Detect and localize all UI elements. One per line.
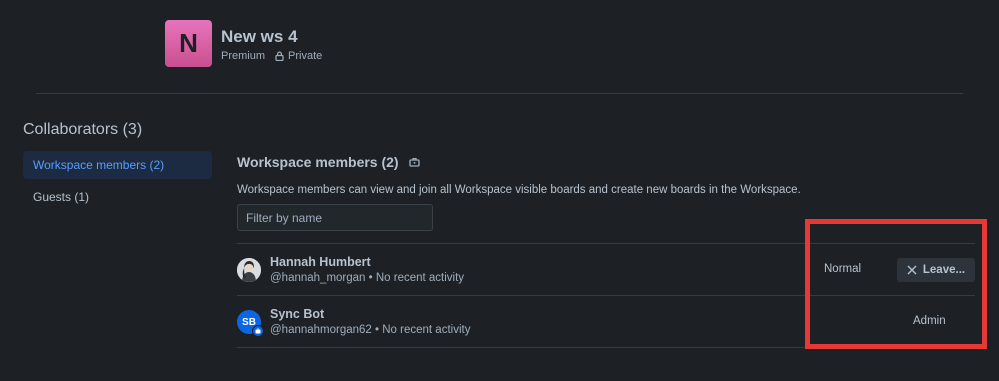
avatar[interactable]: SB bbox=[237, 310, 264, 337]
lock-icon bbox=[275, 51, 284, 61]
member-handle-activity: @hannahmorgan62 • No recent activity bbox=[270, 324, 471, 336]
members-title: Workspace members (2) bbox=[237, 152, 975, 172]
workspace-logo: N bbox=[165, 20, 212, 67]
briefcase-icon[interactable] bbox=[408, 157, 420, 167]
header-divider bbox=[36, 93, 963, 94]
workspace-header: N New ws 4 Premium Private bbox=[165, 20, 322, 67]
sidebar-item-guests[interactable]: Guests (1) bbox=[23, 183, 212, 211]
leave-button-label: Leave... bbox=[922, 264, 966, 276]
member-row: Hannah Humbert @hannah_morgan • No recen… bbox=[237, 243, 975, 295]
bot-icon bbox=[252, 325, 264, 337]
workspace-meta: Premium Private bbox=[221, 50, 322, 62]
workspace-visibility: Private bbox=[288, 50, 323, 62]
filter-by-name-input[interactable] bbox=[237, 204, 433, 231]
members-title-text: Workspace members (2) bbox=[237, 154, 399, 170]
sidebar-item-workspace-members[interactable]: Workspace members (2) bbox=[23, 151, 212, 179]
member-role: Admin bbox=[913, 315, 946, 327]
close-icon bbox=[907, 265, 917, 275]
collaborators-nav: Workspace members (2) Guests (1) bbox=[23, 151, 212, 211]
member-row: SB Sync Bot @hannahmorgan62 • No recent … bbox=[237, 295, 975, 348]
member-role: Normal bbox=[824, 263, 862, 275]
members-panel: Workspace members (2) Workspace members … bbox=[237, 152, 975, 231]
avatar[interactable] bbox=[237, 258, 261, 282]
members-list: Hannah Humbert @hannah_morgan • No recen… bbox=[237, 243, 975, 348]
member-name: Sync Bot bbox=[270, 307, 325, 321]
workspace-name: New ws 4 bbox=[221, 27, 298, 46]
workspace-info: New ws 4 Premium Private bbox=[221, 27, 322, 62]
members-description: Workspace members can view and join all … bbox=[237, 184, 801, 196]
leave-button[interactable]: Leave... bbox=[897, 258, 975, 282]
member-name: Hannah Humbert bbox=[270, 255, 371, 269]
workspace-plan: Premium bbox=[221, 50, 266, 62]
member-handle-activity: @hannah_morgan • No recent activity bbox=[270, 272, 465, 284]
collaborators-title: Collaborators (3) bbox=[23, 121, 143, 138]
